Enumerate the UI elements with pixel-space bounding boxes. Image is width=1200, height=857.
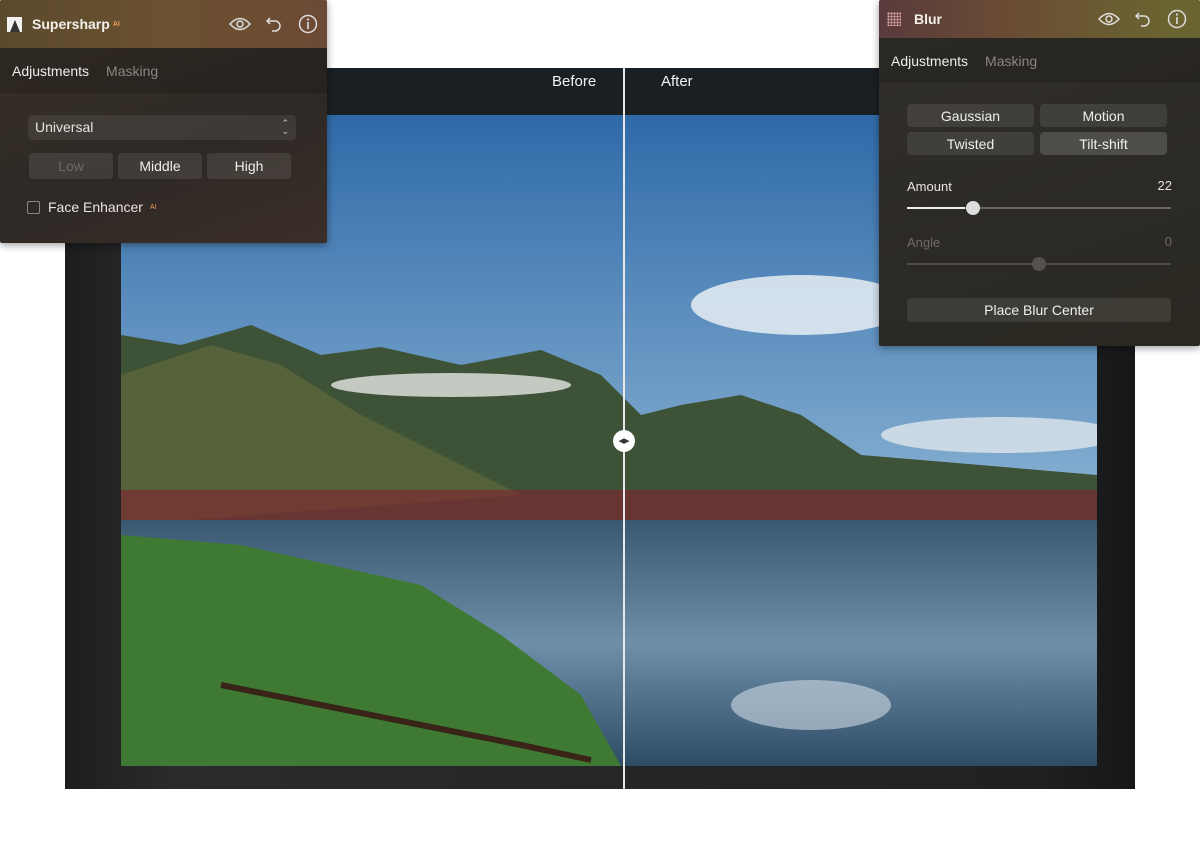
panel-tabs: Adjustments Masking: [0, 48, 327, 93]
amount-value: 22: [1157, 178, 1172, 193]
info-icon[interactable]: [297, 13, 319, 35]
updown-chevron-icon: ⌃ ⌄: [281, 118, 289, 136]
angle-label: Angle: [907, 235, 941, 250]
face-enhancer-checkbox[interactable]: Face Enhancer AI: [27, 199, 157, 215]
panel-tabs: Adjustments Masking: [879, 38, 1200, 83]
ai-badge: AI: [112, 20, 120, 28]
panel-header: Supersharp AI: [0, 0, 327, 48]
checkbox-icon[interactable]: [27, 200, 40, 214]
supersharp-panel: Supersharp AI Adjustments Masking Univers…: [0, 0, 327, 243]
mode-select[interactable]: Universal ⌃ ⌄: [28, 115, 296, 140]
tab-adjustments[interactable]: Adjustments: [891, 53, 968, 69]
tab-masking[interactable]: Masking: [985, 53, 1037, 69]
eye-icon[interactable]: [229, 13, 251, 35]
angle-slider-thumb[interactable]: [1032, 257, 1046, 271]
amount-slider-thumb[interactable]: [966, 201, 981, 215]
amount-slider[interactable]: [907, 201, 1171, 215]
undo-icon[interactable]: [263, 13, 285, 35]
compare-slider-handle-icon[interactable]: ◂▸: [613, 430, 635, 452]
ai-badge: AI: [149, 203, 157, 211]
panel-title: Blur: [914, 11, 942, 27]
blur-grid-icon: [887, 12, 901, 26]
panel-header: Blur: [879, 0, 1200, 38]
info-icon[interactable]: [1166, 8, 1188, 30]
blur-type-twisted-button[interactable]: Twisted: [907, 132, 1034, 155]
level-low-button[interactable]: Low: [29, 153, 113, 179]
amount-slider-fill: [907, 207, 966, 209]
blur-panel: Blur Adjustments Masking Gaussian Motion…: [879, 0, 1200, 346]
before-label: Before: [552, 73, 597, 90]
panel-title: Supersharp: [32, 16, 110, 32]
tab-masking[interactable]: Masking: [106, 63, 158, 79]
level-high-button[interactable]: High: [207, 153, 291, 179]
tab-adjustments[interactable]: Adjustments: [12, 63, 89, 79]
level-middle-button[interactable]: Middle: [118, 153, 202, 179]
supersharp-logo-icon: [7, 16, 22, 32]
face-enhancer-label: Face Enhancer: [48, 199, 143, 215]
blur-type-motion-button[interactable]: Motion: [1040, 104, 1167, 127]
mode-select-value: Universal: [35, 119, 94, 135]
angle-value: 0: [1164, 234, 1172, 249]
after-label: After: [661, 73, 693, 90]
amount-label: Amount: [907, 179, 952, 194]
eye-icon[interactable]: [1098, 8, 1120, 30]
undo-icon[interactable]: [1132, 8, 1154, 30]
blur-type-tilt-shift-button[interactable]: Tilt-shift: [1040, 132, 1167, 155]
compare-divider[interactable]: [623, 68, 625, 789]
angle-slider[interactable]: [907, 257, 1171, 271]
place-blur-center-button[interactable]: Place Blur Center: [907, 298, 1171, 322]
blur-type-gaussian-button[interactable]: Gaussian: [907, 104, 1034, 127]
